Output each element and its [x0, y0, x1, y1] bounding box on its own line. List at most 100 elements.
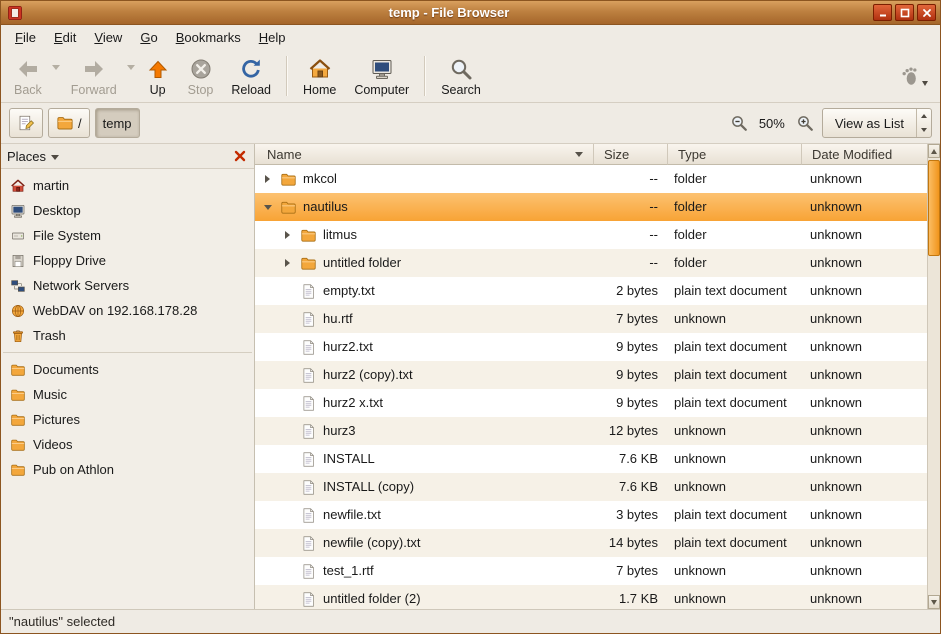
- toolbar-button-home[interactable]: Home: [294, 53, 345, 99]
- file-row-test-1-rtf[interactable]: test_1.rtf7 bytesunknownunknown: [255, 557, 927, 585]
- sidebar-item-webdav-on-192-168-178-28[interactable]: WebDAV on 192.168.178.28: [1, 298, 254, 323]
- file-row-empty-txt[interactable]: empty.txt2 bytesplain text documentunkno…: [255, 277, 927, 305]
- toolbar-item-forward: Forward: [62, 53, 137, 99]
- file-name: test_1.rtf: [323, 557, 374, 585]
- sidebar-item-floppy-drive[interactable]: Floppy Drive: [1, 248, 254, 273]
- sidebar-item-music[interactable]: Music: [1, 382, 254, 407]
- sidebar-item-desktop[interactable]: Desktop: [1, 198, 254, 223]
- file-name: empty.txt: [323, 277, 375, 305]
- file-row-nautilus[interactable]: nautilus--folderunknown: [255, 193, 927, 221]
- path-button-root[interactable]: /: [48, 108, 90, 138]
- file-row-untitled-folder-2[interactable]: untitled folder (2)1.7 KBunknownunknown: [255, 585, 927, 609]
- trash-icon: [10, 328, 26, 344]
- size-cell: 2 bytes: [594, 277, 668, 305]
- type-cell: plain text document: [668, 361, 802, 389]
- scrollbar-down-button[interactable]: [928, 595, 940, 609]
- file-row-mkcol[interactable]: mkcol--folderunknown: [255, 165, 927, 193]
- name-cell: hurz3: [255, 417, 594, 445]
- zoom-out-button[interactable]: [727, 111, 751, 135]
- sidebar-item-videos[interactable]: Videos: [1, 432, 254, 457]
- menu-item-view[interactable]: View: [86, 28, 130, 47]
- menu-item-bookmarks[interactable]: Bookmarks: [168, 28, 249, 47]
- toolbar-button-up[interactable]: Up: [137, 53, 179, 99]
- computer-icon: [10, 203, 26, 219]
- expander-collapsed-icon[interactable]: [281, 229, 294, 242]
- file-row-install[interactable]: INSTALL7.6 KBunknownunknown: [255, 445, 927, 473]
- scrollbar-up-button[interactable]: [928, 144, 940, 158]
- file-row-newfile-txt[interactable]: newfile.txt3 bytesplain text documentunk…: [255, 501, 927, 529]
- expander-expanded-icon[interactable]: [261, 201, 274, 214]
- file-row-hurz2-txt[interactable]: hurz2.txt9 bytesplain text documentunkno…: [255, 333, 927, 361]
- file-row-litmus[interactable]: litmus--folderunknown: [255, 221, 927, 249]
- type-cell: plain text document: [668, 501, 802, 529]
- menu-item-edit[interactable]: Edit: [46, 28, 84, 47]
- stepper-up-icon[interactable]: [917, 109, 931, 123]
- file-row-untitled-folder[interactable]: untitled folder--folderunknown: [255, 249, 927, 277]
- expander-collapsed-icon[interactable]: [261, 173, 274, 186]
- file-row-newfile-copy-txt[interactable]: newfile (copy).txt14 bytesplain text doc…: [255, 529, 927, 557]
- scrollbar-track[interactable]: [928, 158, 940, 595]
- file-icon: [300, 395, 317, 412]
- menu-item-file[interactable]: File: [7, 28, 44, 47]
- column-header-date-modified[interactable]: Date Modified: [802, 144, 927, 165]
- zoom-in-button[interactable]: [793, 111, 817, 135]
- stepper-down-icon[interactable]: [917, 123, 931, 137]
- toolbar-overflow-button[interactable]: [892, 53, 936, 99]
- minimize-icon: [878, 8, 888, 18]
- date-cell: unknown: [802, 529, 927, 557]
- file-name: hurz2.txt: [323, 333, 373, 361]
- menu-item-label: Help: [259, 30, 286, 45]
- path-button-current[interactable]: temp: [95, 108, 140, 138]
- expander-collapsed-icon[interactable]: [281, 257, 294, 270]
- sidebar-item-pictures[interactable]: Pictures: [1, 407, 254, 432]
- column-header-name[interactable]: Name: [255, 144, 594, 165]
- file-row-hurz2-copy-txt[interactable]: hurz2 (copy).txt9 bytesplain text docume…: [255, 361, 927, 389]
- sidebar-item-pub-on-athlon[interactable]: Pub on Athlon: [1, 457, 254, 482]
- toolbar-button-reload[interactable]: Reload: [222, 53, 280, 99]
- column-header-label: Name: [267, 147, 302, 162]
- expander-spacer: [281, 593, 294, 606]
- minimize-button[interactable]: [873, 4, 892, 21]
- file-row-hu-rtf[interactable]: hu.rtf7 bytesunknownunknown: [255, 305, 927, 333]
- toolbar-button-label: Forward: [71, 83, 117, 97]
- vertical-scrollbar[interactable]: [927, 144, 940, 609]
- sidebar-item-label: Floppy Drive: [33, 253, 106, 268]
- file-row-hurz3[interactable]: hurz312 bytesunknownunknown: [255, 417, 927, 445]
- date-cell: unknown: [802, 361, 927, 389]
- column-header-type[interactable]: Type: [668, 144, 802, 165]
- maximize-button[interactable]: [895, 4, 914, 21]
- sidebar-item-file-system[interactable]: File System: [1, 223, 254, 248]
- edit-location-button[interactable]: [9, 108, 43, 138]
- sidebar-item-documents[interactable]: Documents: [1, 357, 254, 382]
- folder-icon: [10, 387, 26, 403]
- column-header-size[interactable]: Size: [594, 144, 668, 165]
- view-mode-select[interactable]: View as List: [822, 108, 932, 138]
- toolbar-button-computer[interactable]: Computer: [345, 53, 418, 99]
- file-name: hurz3: [323, 417, 356, 445]
- column-header-label: Type: [678, 147, 706, 162]
- scrollbar-thumb[interactable]: [928, 160, 940, 256]
- places-close-button[interactable]: [232, 148, 248, 164]
- close-button[interactable]: [917, 4, 936, 21]
- file-row-install-copy[interactable]: INSTALL (copy)7.6 KBunknownunknown: [255, 473, 927, 501]
- date-cell: unknown: [802, 221, 927, 249]
- expander-spacer: [281, 397, 294, 410]
- file-row-hurz2-x-txt[interactable]: hurz2 x.txt9 bytesplain text documentunk…: [255, 389, 927, 417]
- sidebar-item-trash[interactable]: Trash: [1, 323, 254, 348]
- expander-spacer: [281, 565, 294, 578]
- file-rows: mkcol--folderunknownnautilus--folderunkn…: [255, 165, 927, 609]
- expander-spacer: [281, 369, 294, 382]
- expander-spacer: [281, 313, 294, 326]
- sidebar-item-network-servers[interactable]: Network Servers: [1, 273, 254, 298]
- toolbar-button-label: Back: [14, 83, 42, 97]
- toolbar-button-search[interactable]: Search: [432, 53, 490, 99]
- file-name: untitled folder (2): [323, 585, 421, 609]
- sidebar-item-martin[interactable]: martin: [1, 173, 254, 198]
- places-header[interactable]: Places: [1, 144, 254, 169]
- type-cell: plain text document: [668, 333, 802, 361]
- menubar: FileEditViewGoBookmarks Help: [1, 25, 940, 50]
- date-cell: unknown: [802, 305, 927, 333]
- menu-item-help[interactable]: Help: [251, 28, 294, 47]
- menu-item-go[interactable]: Go: [132, 28, 165, 47]
- name-cell: litmus: [255, 221, 594, 249]
